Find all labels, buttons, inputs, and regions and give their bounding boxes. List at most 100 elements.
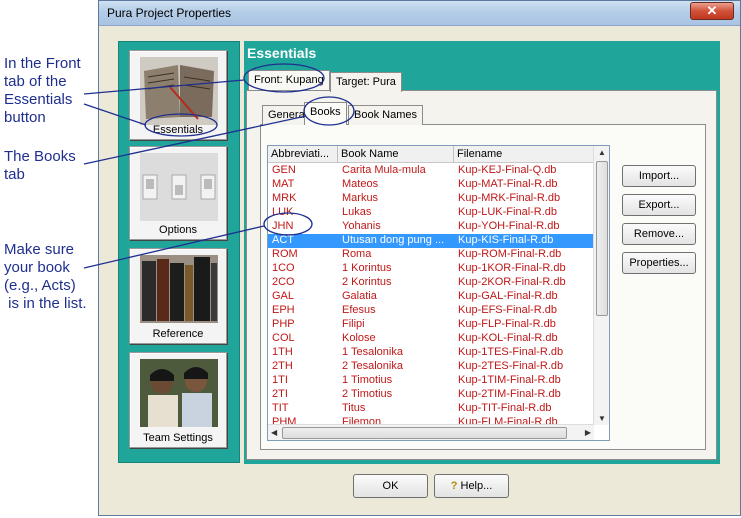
table-row[interactable]: 2CO 2 Korintus Kup-2KOR-Final-R.db [268,276,594,290]
table-row[interactable]: 2TH 2 Tesalonika Kup-2TES-Final-R.db [268,360,594,374]
column-header-abbreviation[interactable]: Abbreviati... [268,146,338,163]
abbreviation-cell: COL [272,332,295,344]
abbreviation-cell: ROM [272,248,298,260]
team-settings-nav-button[interactable]: Team Settings [129,352,227,448]
filename-cell: Kup-KOL-Final-R.db [458,332,558,344]
book-list-header: Abbreviati... Book Name Filename [268,146,609,163]
abbreviation-cell: EPH [272,304,295,316]
title-bar[interactable]: Pura Project Properties ✕ [99,1,740,26]
table-row[interactable]: PHP Filipi Kup-FLP-Final-R.db [268,318,594,332]
tab-books[interactable]: Books [304,102,347,125]
export-button[interactable]: Export... [622,194,696,216]
table-row[interactable]: ACT Utusan dong pung ... Kup-KIS-Final-R.d… [268,234,594,248]
scroll-up-icon[interactable]: ▲ [598,148,606,157]
book-name-cell: Roma [342,248,372,260]
abbreviation-cell: GEN [272,164,296,176]
abbreviation-cell: LUK [272,206,294,218]
help-button-label: Help... [460,480,493,492]
essentials-panel: Front: Kupang Target: Pura General Books… [244,66,720,464]
book-list-annotation: Make sure your book (e.g., Acts) is in t… [4,241,87,312]
front-tab-annotation: In the Front tab of the Essentials butto… [4,55,81,126]
filename-cell: Kup-MAT-Final-R.db [458,178,558,190]
close-button[interactable]: ✕ [690,2,734,20]
essentials-nav-button[interactable]: Essentials [129,50,227,140]
abbreviation-cell: ACT [272,234,294,246]
abbreviation-cell: 2TH [272,360,293,372]
book-name-cell: 2 Korintus [342,276,392,288]
column-header-filename[interactable]: Filename [454,146,594,163]
books-tab-annotation: The Books tab [4,148,76,183]
import-button[interactable]: Import... [622,165,696,187]
abbreviation-cell: 2CO [272,276,295,288]
book-name-cell: Utusan dong pung ... [342,234,445,246]
options-nav-button[interactable]: Options [129,146,227,240]
horizontal-scroll-thumb[interactable] [282,427,567,439]
filename-cell: Kup-2TIM-Final-R.db [458,388,561,400]
book-list-horizontal-scrollbar[interactable]: ◀ ▶ [268,424,594,440]
abbreviation-cell: MRK [272,192,297,204]
table-row[interactable]: LUK Lukas Kup-LUK-Final-R.db [268,206,594,220]
filename-cell: Kup-YOH-Final-R.db [458,220,560,232]
properties-button[interactable]: Properties... [622,252,696,274]
table-row[interactable]: EPH Efesus Kup-EFS-Final-R.db [268,304,594,318]
scroll-left-icon[interactable]: ◀ [271,428,277,437]
dialog-client-area: Essentials Options Reference Team Settin… [106,31,734,510]
filename-cell: Kup-GAL-Final-R.db [458,290,558,302]
ok-button[interactable]: OK [353,474,428,498]
book-list[interactable]: Abbreviati... Book Name Filename GEN Cari… [267,145,610,441]
book-list-vertical-scrollbar[interactable]: ▲ ▼ [593,146,609,425]
remove-button[interactable]: Remove... [622,223,696,245]
reference-nav-button[interactable]: Reference [129,248,227,344]
abbreviation-cell: TIT [272,402,289,414]
book-name-cell: Mateos [342,178,379,190]
table-row[interactable]: MRK Markus Kup-MRK-Final-R.db [268,192,594,206]
reference-nav-label: Reference [152,328,204,340]
abbreviation-cell: 1TH [272,346,293,358]
tab-book-names[interactable]: Book Names [348,105,423,125]
project-properties-window: Pura Project Properties ✕ Essentials Opt… [98,0,741,516]
table-row[interactable]: 2TI 2 Timotius Kup-2TIM-Final-R.db [268,388,594,402]
table-row[interactable]: COL Kolose Kup-KOL-Final-R.db [268,332,594,346]
book-name-cell: 1 Timotius [342,374,393,386]
vertical-scroll-thumb[interactable] [596,161,608,316]
table-row[interactable]: 1CO 1 Korintus Kup-1KOR-Final-R.db [268,262,594,276]
table-row[interactable]: MAT Mateos Kup-MAT-Final-R.db [268,178,594,192]
filename-cell: Kup-1TES-Final-R.db [458,346,564,358]
filename-cell: Kup-LUK-Final-R.db [458,206,558,218]
book-name-cell: Efesus [342,304,376,316]
help-button[interactable]: ? Help... [434,474,509,498]
column-header-book-name[interactable]: Book Name [338,146,454,163]
section-title: Essentials [247,45,317,61]
scroll-right-icon[interactable]: ▶ [585,428,591,437]
book-name-cell: Filipi [342,318,365,330]
scroll-down-icon[interactable]: ▼ [598,414,606,423]
abbreviation-cell: GAL [272,290,295,302]
tab-target-pura[interactable]: Target: Pura [330,72,402,92]
essentials-nav-label: Essentials [152,124,204,136]
table-row[interactable]: ROM Roma Kup-ROM-Final-R.db [268,248,594,262]
abbreviation-cell: 2TI [272,388,288,400]
filename-cell: Kup-MRK-Final-R.db [458,192,561,204]
tab-front-kupang[interactable]: Front: Kupang [248,70,330,90]
table-row[interactable]: 1TH 1 Tesalonika Kup-1TES-Final-R.db [268,346,594,360]
book-name-cell: Markus [342,192,379,204]
filename-cell: Kup-1KOR-Final-R.db [458,262,566,274]
filename-cell: Kup-FLP-Final-R.db [458,318,556,330]
book-name-cell: Carita Mula-mula [342,164,426,176]
bookshelf-icon [140,255,218,323]
section-header: Essentials [244,41,720,66]
table-row[interactable]: GEN Carita Mula-mula Kup-KEJ-Final-Q.db [268,164,594,178]
book-name-cell: 2 Timotius [342,388,393,400]
table-row[interactable]: GAL Galatia Kup-GAL-Final-R.db [268,290,594,304]
category-nav: Essentials Options Reference Team Settin… [118,41,240,463]
table-row[interactable]: JHN Yohanis Kup-YOH-Final-R.db [268,220,594,234]
filename-cell: Kup-KEJ-Final-Q.db [458,164,557,176]
book-name-cell: 2 Tesalonika [342,360,403,372]
switches-icon [140,153,218,221]
abbreviation-cell: MAT [272,178,295,190]
table-row[interactable]: TIT Titus Kup-TIT-Final-R.db [268,402,594,416]
open-bible-icon [140,57,218,125]
filename-cell: Kup-ROM-Final-R.db [458,248,562,260]
options-nav-label: Options [159,224,197,236]
table-row[interactable]: 1TI 1 Timotius Kup-1TIM-Final-R.db [268,374,594,388]
